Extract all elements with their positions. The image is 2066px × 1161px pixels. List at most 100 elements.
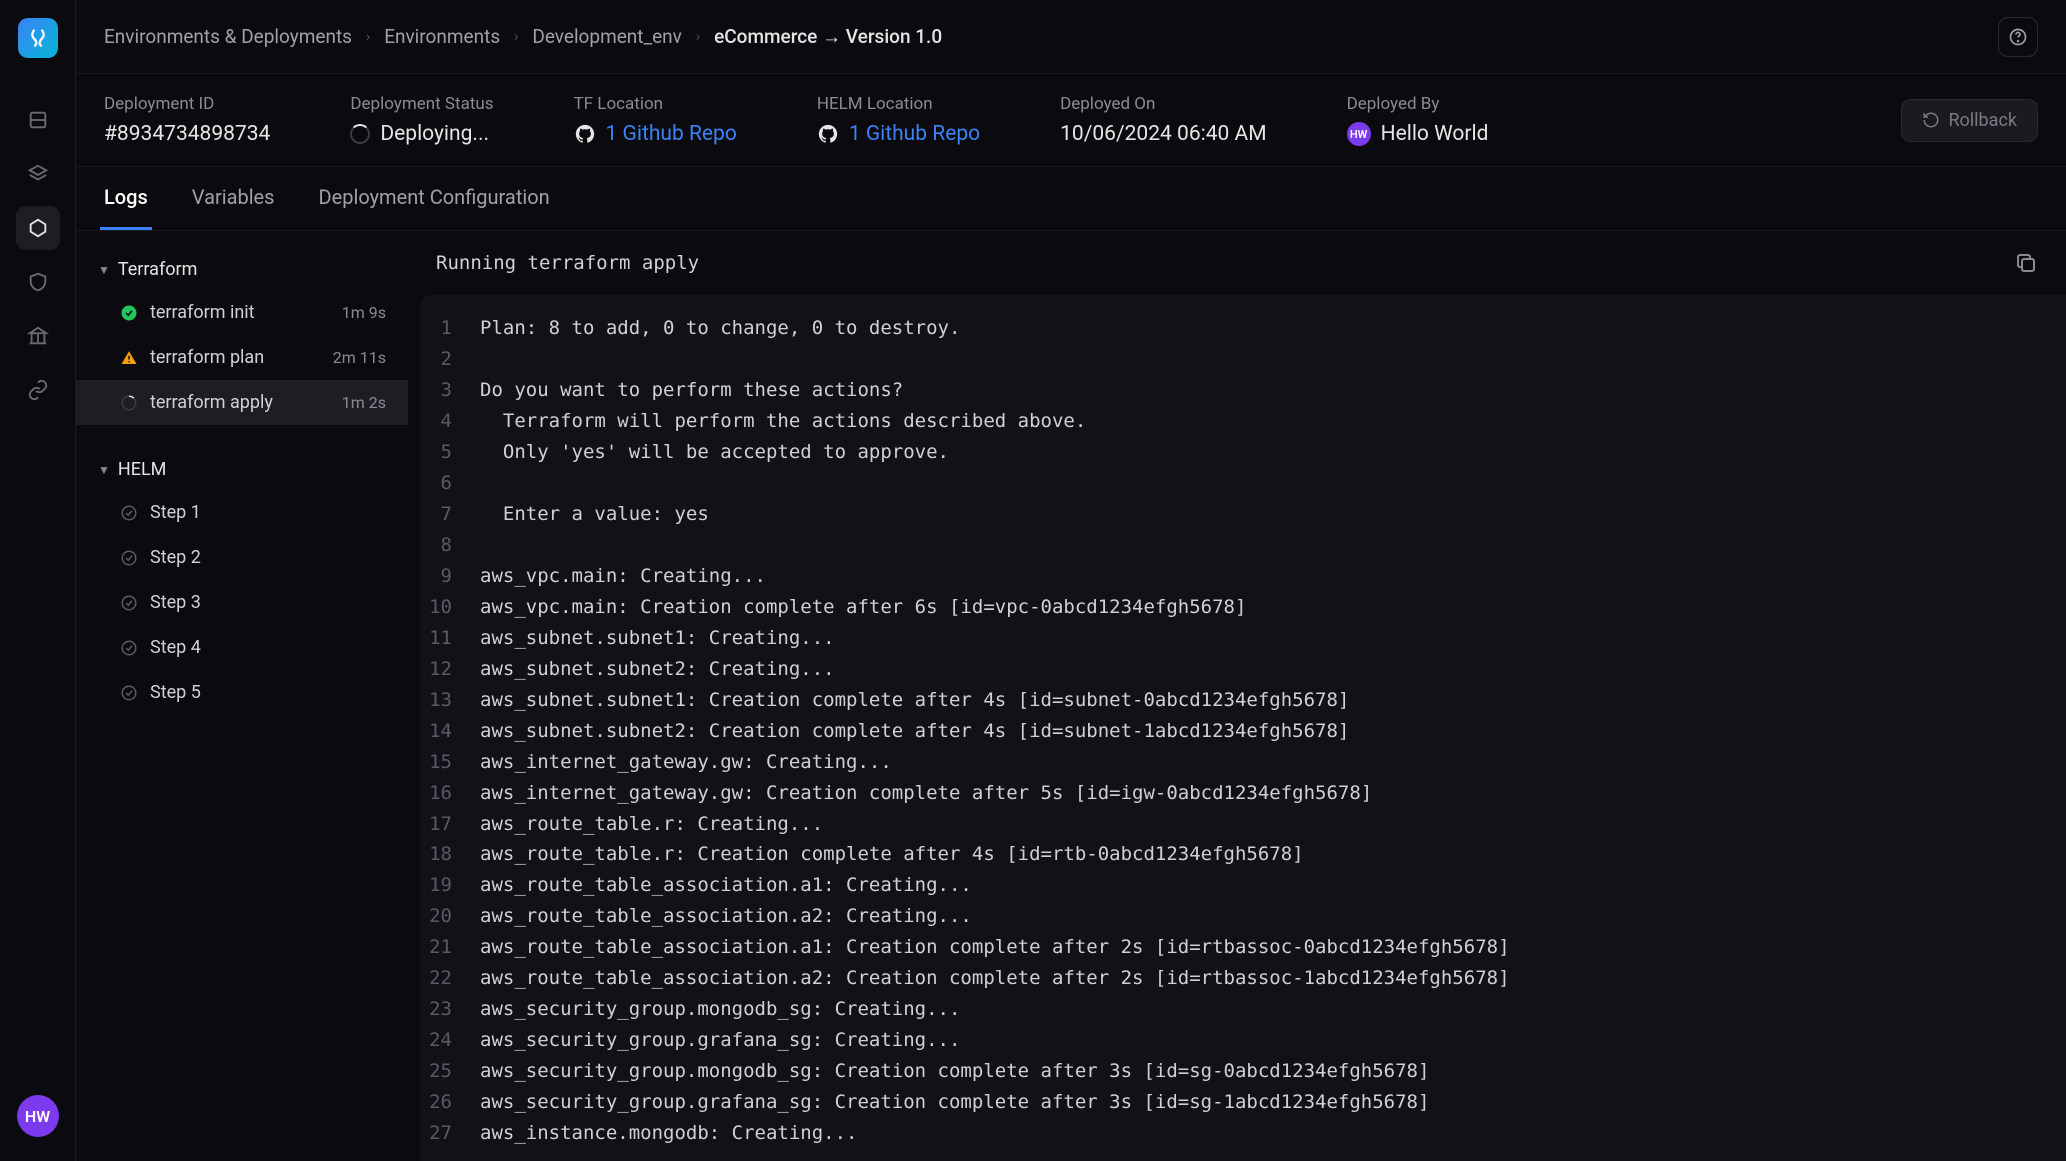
line-number: 2 xyxy=(420,344,480,375)
status-icon xyxy=(120,394,138,412)
log-text: aws_security_group.mongodb_sg: Creating.… xyxy=(480,994,960,1025)
line-number: 7 xyxy=(420,499,480,530)
top-bar: Environments & Deployments›Environments›… xyxy=(76,0,2066,74)
deployment-info-row: Deployment ID #8934734898734 Deployment … xyxy=(76,74,2066,167)
log-text: Do you want to perform these actions? xyxy=(480,375,903,406)
breadcrumb-item[interactable]: eCommerce → Version 1.0 xyxy=(714,25,942,49)
helm-location-link[interactable]: 1 Github Repo xyxy=(849,122,980,146)
status-icon xyxy=(120,504,138,522)
nav-hexagon-icon[interactable] xyxy=(16,206,60,250)
breadcrumb: Environments & Deployments›Environments›… xyxy=(104,25,942,49)
rollback-label: Rollback xyxy=(1948,110,2017,131)
log-text: aws_internet_gateway.gw: Creation comple… xyxy=(480,778,1372,809)
log-text: Enter a value: yes xyxy=(480,499,709,530)
main-content: Environments & Deployments›Environments›… xyxy=(76,0,2066,1161)
status-icon xyxy=(120,549,138,567)
tab-variables[interactable]: Variables xyxy=(188,167,279,230)
deployed-on-label: Deployed On xyxy=(1060,94,1267,114)
user-avatar[interactable]: HW xyxy=(17,1095,59,1137)
step-row[interactable]: Step 4 xyxy=(76,625,408,670)
line-number: 1 xyxy=(420,313,480,344)
line-number: 16 xyxy=(420,778,480,809)
helm-location-block: HELM Location 1 Github Repo xyxy=(817,94,980,146)
line-number: 18 xyxy=(420,839,480,870)
nav-server-icon[interactable] xyxy=(16,98,60,142)
nav-link-icon[interactable] xyxy=(16,368,60,412)
help-button[interactable] xyxy=(1998,17,2038,57)
log-line: 4 Terraform will perform the actions des… xyxy=(420,406,2066,437)
log-panel: Running terraform apply 1Plan: 8 to add,… xyxy=(408,231,2066,1161)
step-row[interactable]: terraform init 1m 9s xyxy=(76,290,408,335)
spinner-icon xyxy=(350,124,370,144)
line-number: 19 xyxy=(420,870,480,901)
log-body[interactable]: 1Plan: 8 to add, 0 to change, 0 to destr… xyxy=(420,295,2066,1161)
log-line: 15aws_internet_gateway.gw: Creating... xyxy=(420,747,2066,778)
log-text: aws_instance.mongodb: Creating... xyxy=(480,1118,858,1149)
step-row[interactable]: terraform plan 2m 11s xyxy=(76,335,408,380)
tab-row: Logs Variables Deployment Configuration xyxy=(76,167,2066,231)
tf-location-link[interactable]: 1 Github Repo xyxy=(606,122,737,146)
line-number: 14 xyxy=(420,716,480,747)
breadcrumb-item[interactable]: Environments & Deployments xyxy=(104,25,352,48)
step-row[interactable]: Step 2 xyxy=(76,535,408,580)
deployment-id-block: Deployment ID #8934734898734 xyxy=(104,94,270,146)
log-line: 5 Only 'yes' will be accepted to approve… xyxy=(420,437,2066,468)
step-group-header[interactable]: ▼HELM xyxy=(76,449,408,490)
nav-shield-icon[interactable] xyxy=(16,260,60,304)
tab-logs[interactable]: Logs xyxy=(100,167,152,230)
status-icon xyxy=(120,639,138,657)
step-row[interactable]: Step 3 xyxy=(76,580,408,625)
caret-down-icon: ▼ xyxy=(98,263,110,277)
deployment-status-block: Deployment Status Deploying... xyxy=(350,94,493,146)
step-label: terraform plan xyxy=(150,347,264,368)
step-row[interactable]: Step 5 xyxy=(76,670,408,715)
deployment-id-label: Deployment ID xyxy=(104,94,270,114)
log-line: 11aws_subnet.subnet1: Creating... xyxy=(420,623,2066,654)
log-line: 22aws_route_table_association.a2: Creati… xyxy=(420,963,2066,994)
log-line: 20aws_route_table_association.a2: Creati… xyxy=(420,901,2066,932)
log-line: 7 Enter a value: yes xyxy=(420,499,2066,530)
deployed-on-value: 10/06/2024 06:40 AM xyxy=(1060,122,1267,146)
nav-layers-icon[interactable] xyxy=(16,152,60,196)
app-logo[interactable] xyxy=(18,18,58,58)
log-text: aws_internet_gateway.gw: Creating... xyxy=(480,747,892,778)
line-number: 12 xyxy=(420,654,480,685)
step-time: 1m 9s xyxy=(342,303,386,322)
log-line: 19aws_route_table_association.a1: Creati… xyxy=(420,870,2066,901)
helm-location-value: 1 Github Repo xyxy=(817,122,980,146)
step-label: Step 1 xyxy=(150,502,201,523)
tab-deployment-configuration[interactable]: Deployment Configuration xyxy=(315,167,554,230)
deployed-on-block: Deployed On 10/06/2024 06:40 AM xyxy=(1060,94,1267,146)
log-line: 2 xyxy=(420,344,2066,375)
step-label: Step 2 xyxy=(150,547,201,568)
breadcrumb-item[interactable]: Development_env xyxy=(532,25,682,48)
step-time: 1m 2s xyxy=(342,393,386,412)
log-text: aws_subnet.subnet2: Creating... xyxy=(480,654,835,685)
log-text: aws_vpc.main: Creation complete after 6s… xyxy=(480,592,1246,623)
log-text: Plan: 8 to add, 0 to change, 0 to destro… xyxy=(480,313,960,344)
log-header-text: Running terraform apply xyxy=(436,252,699,274)
status-icon xyxy=(120,349,138,367)
step-time: 2m 11s xyxy=(333,348,386,367)
chevron-right-icon: › xyxy=(514,29,518,45)
breadcrumb-item[interactable]: Environments xyxy=(384,25,500,48)
step-group-name: Terraform xyxy=(118,259,197,280)
log-line: 17aws_route_table.r: Creating... xyxy=(420,809,2066,840)
deployment-status-label: Deployment Status xyxy=(350,94,493,114)
log-text: aws_route_table_association.a2: Creating… xyxy=(480,901,972,932)
step-row[interactable]: Step 1 xyxy=(76,490,408,535)
step-label: terraform init xyxy=(150,302,255,323)
log-text: aws_security_group.grafana_sg: Creating.… xyxy=(480,1025,960,1056)
nav-bank-icon[interactable] xyxy=(16,314,60,358)
step-group-header[interactable]: ▼ Terraform xyxy=(76,249,408,290)
copy-button[interactable] xyxy=(2014,251,2038,275)
rollback-button[interactable]: Rollback xyxy=(1901,99,2038,142)
log-text: aws_subnet.subnet2: Creation complete af… xyxy=(480,716,1349,747)
log-text: aws_route_table_association.a2: Creation… xyxy=(480,963,1510,994)
status-icon xyxy=(120,304,138,322)
log-text: aws_security_group.mongodb_sg: Creation … xyxy=(480,1056,1429,1087)
step-label: Step 5 xyxy=(150,682,201,703)
deployment-status-text: Deploying... xyxy=(380,122,489,146)
log-line: 26aws_security_group.grafana_sg: Creatio… xyxy=(420,1087,2066,1118)
step-row[interactable]: terraform apply1m 2s xyxy=(76,380,408,425)
